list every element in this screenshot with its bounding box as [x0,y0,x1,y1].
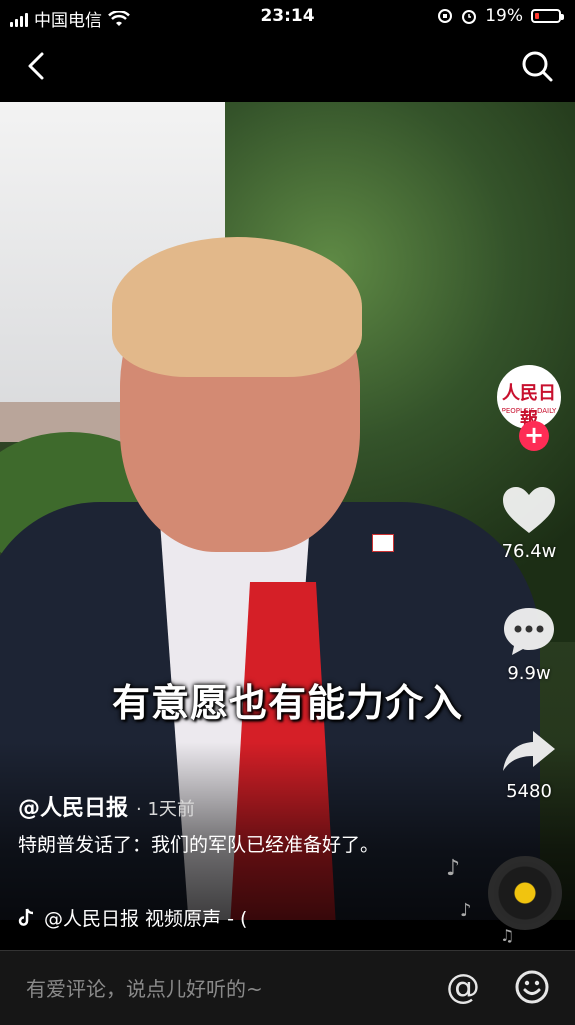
post-caption[interactable]: 特朗普发话了：我们的军队已经准备好了。 [18,830,418,860]
like-button[interactable]: 76.4w [491,485,567,562]
follow-button[interactable]: + [519,421,549,451]
music-note-icon: ♪ [446,856,461,881]
like-count: 76.4w [501,541,557,562]
author-name[interactable]: @人民日报 [18,796,128,821]
tiktok-note-icon [18,908,34,926]
heart-icon [503,487,555,533]
comment-count: 9.9w [507,663,551,684]
flag-pin [372,534,394,552]
battery-percent: 19% [485,6,523,26]
share-arrow-icon [503,731,555,771]
status-bar: 中国电信 23:14 19% [0,0,575,32]
author-avatar-wrap: 人民日報 PEOPLE'S DAILY + [497,365,561,451]
video-speaker-hair [112,237,362,377]
emoji-icon[interactable] [514,969,550,1005]
video-subtitle: 有意愿也有能力介入 [111,681,463,725]
music-line[interactable]: @人民日报 视频原声 - ( [18,904,247,931]
comment-input[interactable]: 有爱评论，说点儿好听的~ [26,973,263,1002]
share-button[interactable]: 5480 [491,727,567,802]
music-title: @人民日报 视频原声 - ( [44,908,248,930]
chevron-left-icon[interactable] [18,46,58,86]
alarm-icon [462,10,477,24]
music-disc[interactable] [488,856,562,930]
comment-button[interactable]: 9.9w [491,605,567,684]
orientation-lock-icon [438,9,453,23]
at-mention-button[interactable]: @ [446,967,480,1007]
top-nav [0,32,575,102]
share-count: 5480 [506,781,552,802]
post-time: · 1天前 [136,799,195,820]
comment-bar: 有爱评论，说点儿好听的~ @ [0,950,575,1025]
status-right: 19% [437,6,564,26]
author-line: @人民日报 · 1天前 [18,790,195,822]
battery-icon [531,9,564,23]
avatar-logo-en: PEOPLE'S DAILY [501,407,557,415]
search-icon[interactable] [517,46,557,86]
comment-icon [504,608,554,655]
music-note-icon: ♫ [500,926,515,945]
author-avatar[interactable]: 人民日報 PEOPLE'S DAILY [497,365,561,429]
music-note-icon: ♪ [460,900,472,921]
